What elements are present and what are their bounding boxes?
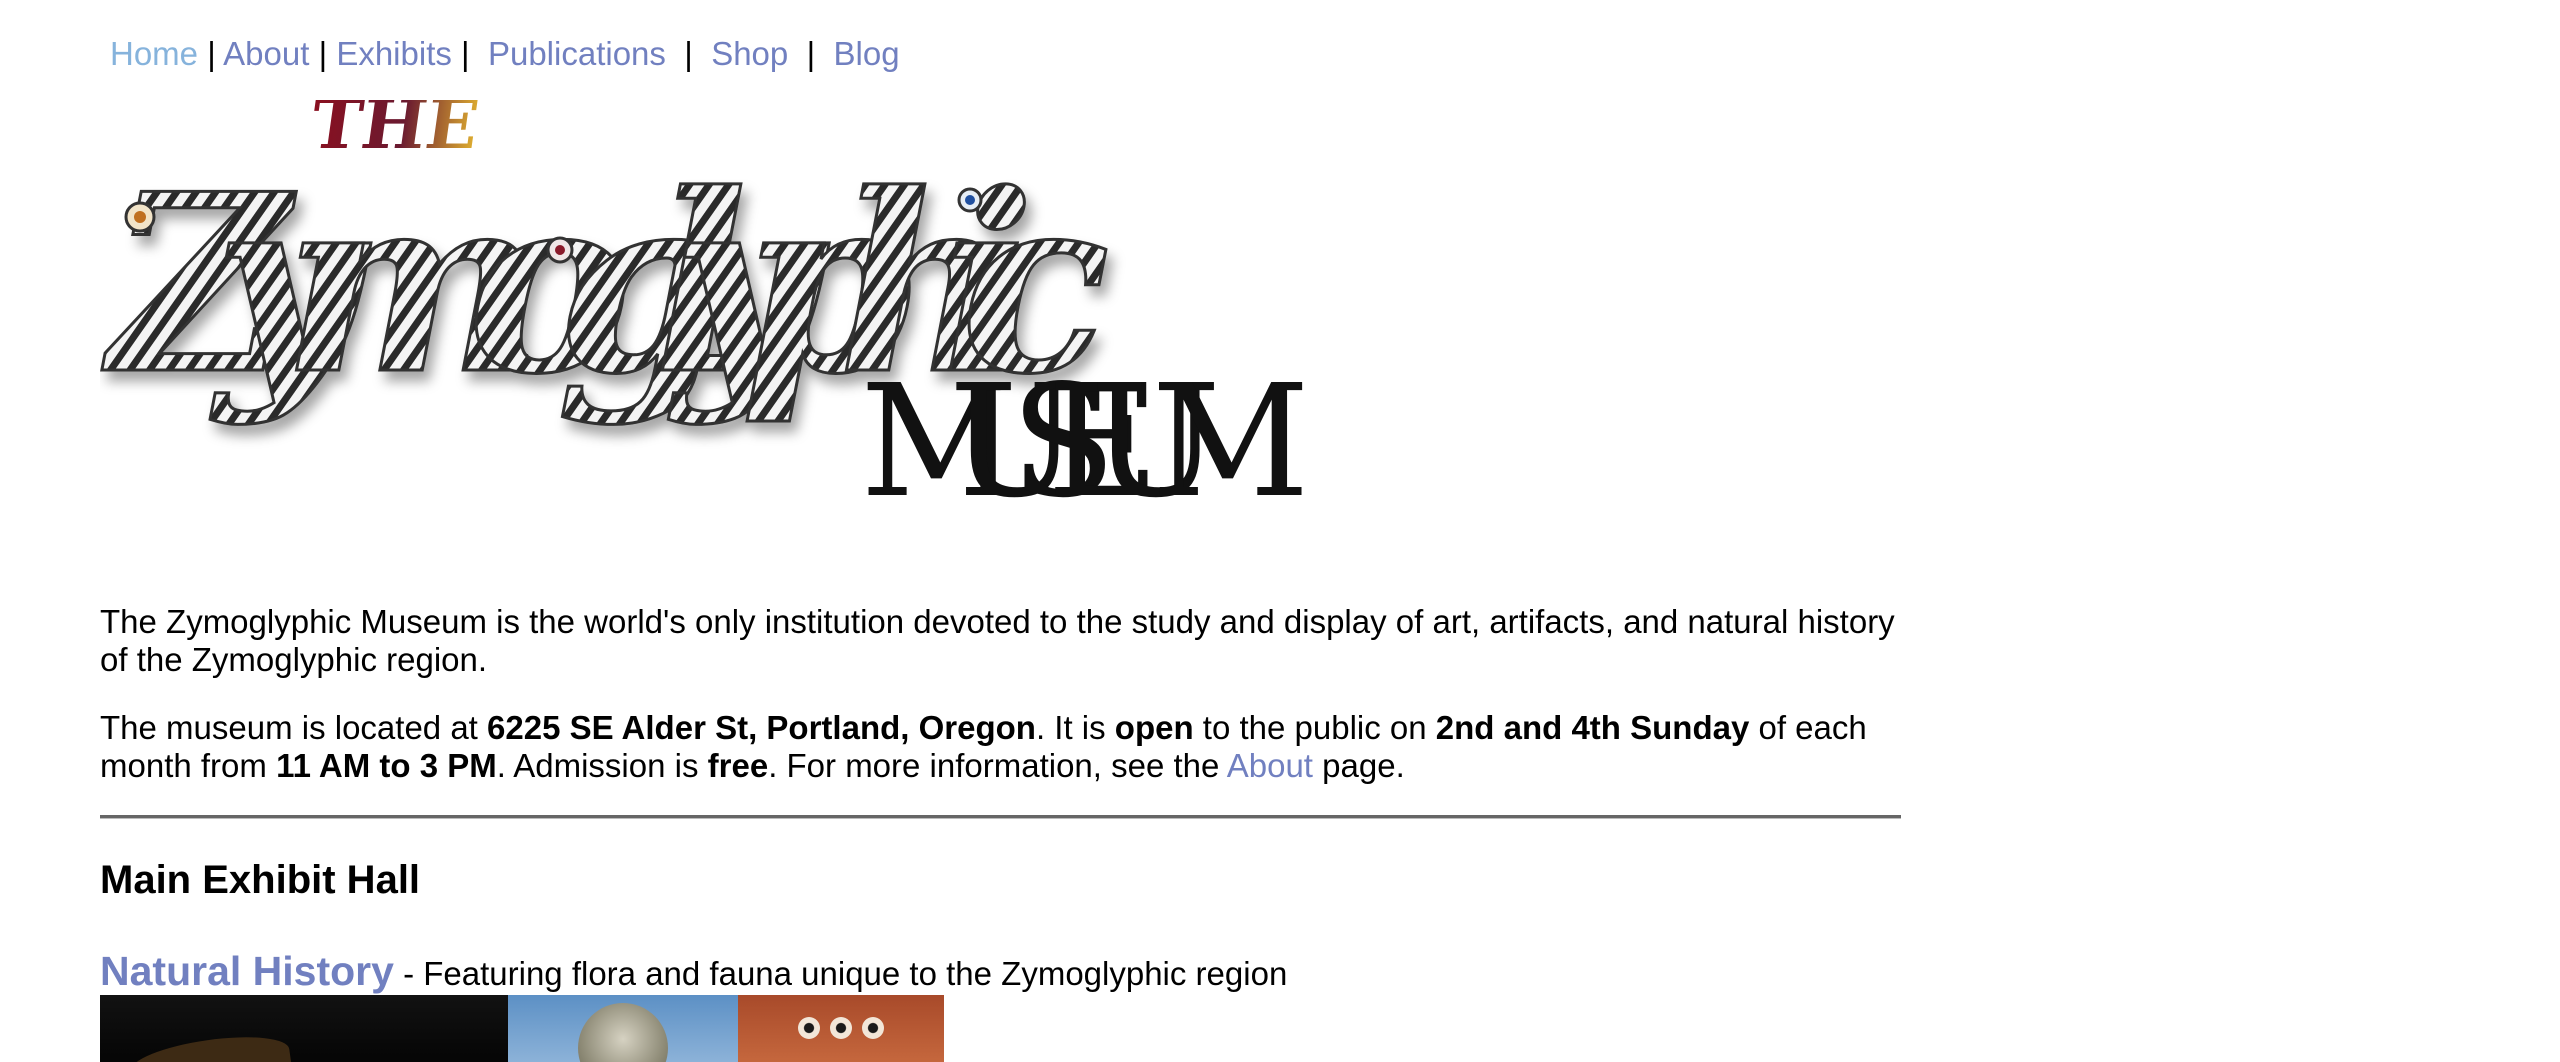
- exhibit-item: Natural History - Featuring flora and fa…: [100, 948, 1287, 995]
- eye-icon: [798, 1017, 820, 1039]
- exhibit-thumbnail[interactable]: [508, 995, 738, 1062]
- exhibit-thumbnail[interactable]: [100, 995, 508, 1062]
- eye-icon: [830, 1017, 852, 1039]
- natural-history-thumbnails: [100, 995, 944, 1062]
- eye-icon: [862, 1017, 884, 1039]
- nav-about-link[interactable]: About: [223, 35, 309, 72]
- visit-info-paragraph: The museum is located at 6225 SE Alder S…: [100, 709, 1867, 784]
- top-nav: Home | About | Exhibits | Publications |…: [110, 34, 900, 74]
- admission-price: free: [707, 747, 769, 784]
- horizontal-divider: [100, 815, 1901, 819]
- logo-museum: MUSEUM: [860, 351, 1310, 532]
- open-days: 2nd and 4th Sunday: [1435, 709, 1750, 746]
- intro-paragraph: The Zymoglyphic Museum is the world's on…: [100, 603, 1895, 678]
- main-exhibit-hall-heading: Main Exhibit Hall: [100, 858, 421, 902]
- about-link[interactable]: About: [1227, 747, 1313, 784]
- nav-home-link[interactable]: Home: [110, 35, 198, 72]
- museum-logo: THE Zymoglyphic MUSEUM: [100, 100, 1310, 532]
- open-hours: 11 AM to 3 PM: [276, 747, 497, 784]
- nav-blog-link[interactable]: Blog: [834, 35, 900, 72]
- intro-section: The Zymoglyphic Museum is the world's on…: [100, 603, 1900, 815]
- nav-separator: |: [207, 35, 216, 72]
- natural-history-link[interactable]: Natural History: [100, 948, 394, 994]
- nav-separator: |: [684, 35, 693, 72]
- exhibit-description: - Featuring flora and fauna unique to th…: [393, 955, 1288, 992]
- nav-publications-link[interactable]: Publications: [488, 35, 666, 72]
- nav-separator: |: [318, 35, 328, 72]
- nav-shop-link[interactable]: Shop: [711, 35, 788, 72]
- address: 6225 SE Alder St, Portland, Oregon: [487, 709, 1036, 746]
- nav-separator: |: [461, 35, 470, 72]
- exhibit-thumbnail[interactable]: [738, 995, 944, 1062]
- nav-exhibits-link[interactable]: Exhibits: [336, 35, 452, 72]
- nav-separator: |: [806, 35, 816, 72]
